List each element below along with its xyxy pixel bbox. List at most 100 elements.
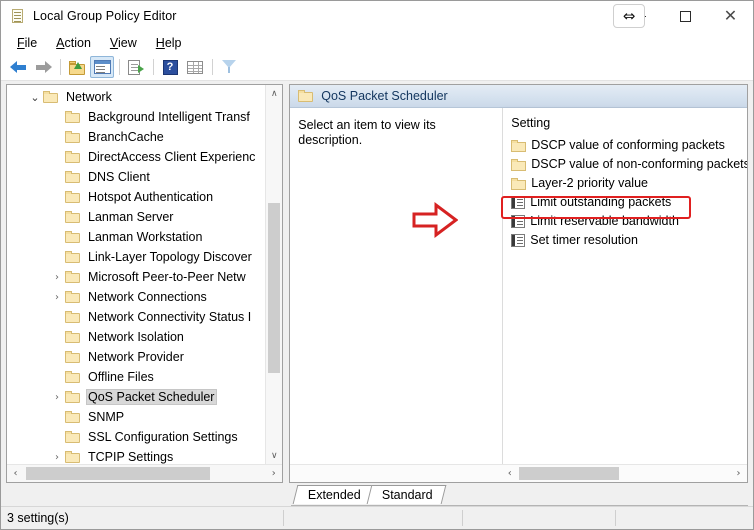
tree-item[interactable]: DNS Client xyxy=(7,167,265,187)
tree-item[interactable]: ⌄ Network xyxy=(7,87,265,107)
tree-item-label: DNS Client xyxy=(88,170,150,184)
setting-row[interactable]: Layer-2 priority value xyxy=(503,174,747,193)
tree-item[interactable]: SNMP xyxy=(7,407,265,427)
settings-list[interactable]: DSCP value of conforming packets DSCP val… xyxy=(503,136,747,250)
tree-item[interactable]: Hotspot Authentication xyxy=(7,187,265,207)
tree-scroll-thumb[interactable] xyxy=(268,203,281,373)
console-tree-pane: ⌄ Network Background Intelligent Transf Bra… xyxy=(6,84,284,483)
filter-button[interactable] xyxy=(217,56,241,78)
console-tree-list[interactable]: ⌄ Network Background Intelligent Transf Bra… xyxy=(7,85,265,464)
toolbar-separator-4 xyxy=(212,59,213,75)
tree-item-label: DirectAccess Client Experienc xyxy=(88,150,256,164)
tree-item[interactable]: Lanman Workstation xyxy=(7,227,265,247)
menu-file[interactable]: File xyxy=(9,34,48,52)
folder-icon xyxy=(65,331,80,343)
menu-bar: File Action View Help xyxy=(1,31,753,54)
toolbar-separator-3 xyxy=(153,59,154,75)
folder-icon xyxy=(43,91,58,103)
toolbar-separator-1 xyxy=(60,59,61,75)
tree-item-label: Hotspot Authentication xyxy=(88,190,214,204)
setting-column-header[interactable]: Setting xyxy=(503,116,747,136)
settings-scroll-left-button[interactable]: ‹ xyxy=(501,465,518,482)
back-button[interactable] xyxy=(6,56,30,78)
tree-item[interactable]: Background Intelligent Transf xyxy=(7,107,265,127)
policy-setting-icon xyxy=(511,215,526,228)
chevron-right-icon[interactable]: › xyxy=(49,272,65,283)
setting-row[interactable]: DSCP value of non-conforming packets xyxy=(503,155,747,174)
tree-item[interactable]: BranchCache xyxy=(7,127,265,147)
tree-item[interactable]: Network Isolation xyxy=(7,327,265,347)
tree-item-label: QoS Packet Scheduler xyxy=(86,389,218,405)
setting-row[interactable]: DSCP value of conforming packets xyxy=(503,136,747,155)
tree-item-label: Link-Layer Topology Discover xyxy=(88,250,252,264)
status-divider-2 xyxy=(462,510,463,526)
setting-row[interactable]: Limit reservable bandwidth xyxy=(503,212,747,231)
tree-scroll-up-button[interactable]: ∧ xyxy=(266,85,283,102)
tree-item[interactable]: Link-Layer Topology Discover xyxy=(7,247,265,267)
tree-item[interactable]: › QoS Packet Scheduler xyxy=(7,387,265,407)
tree-item[interactable]: DirectAccess Client Experienc xyxy=(7,147,265,167)
view-tabs: Extended Standard xyxy=(291,483,748,506)
up-one-level-button[interactable] xyxy=(65,56,89,78)
show-hide-console-tree-button[interactable] xyxy=(90,56,114,78)
tree-horizontal-scrollbar[interactable]: ‹ › xyxy=(7,464,283,482)
tree-item[interactable]: › TCPIP Settings xyxy=(7,447,265,464)
chevron-right-icon[interactable]: › xyxy=(49,392,65,403)
tree-scroll-down-button[interactable]: ∨ xyxy=(266,447,283,464)
menu-help[interactable]: Help xyxy=(148,34,193,52)
main-content-split: ⌄ Network Background Intelligent Transf Bra… xyxy=(1,81,753,483)
settings-pane-content: Select an item to view its description. … xyxy=(290,108,747,464)
tab-standard-label: Standard xyxy=(381,488,433,502)
setting-row[interactable]: Set timer resolution xyxy=(503,231,747,250)
tree-item[interactable]: SSL Configuration Settings xyxy=(7,427,265,447)
folder-icon xyxy=(65,231,80,243)
tree-item-label: SNMP xyxy=(88,410,125,424)
toolbar: ? xyxy=(1,54,753,81)
folder-icon xyxy=(65,111,80,123)
folder-icon xyxy=(65,291,80,303)
tree-scroll-right-button[interactable]: › xyxy=(265,465,282,482)
help-button[interactable]: ? xyxy=(158,56,182,78)
folder-icon xyxy=(65,311,80,323)
chevron-down-icon[interactable]: ⌄ xyxy=(27,91,43,104)
policy-setting-icon xyxy=(511,234,526,247)
settings-scroll-right-button[interactable]: › xyxy=(730,465,747,482)
tree-hscroll-thumb[interactable] xyxy=(26,467,211,480)
setting-row[interactable]: Limit outstanding packets xyxy=(503,193,747,212)
folder-icon xyxy=(65,131,80,143)
tree-item[interactable]: › Network Connections xyxy=(7,287,265,307)
filter-icon xyxy=(221,60,237,74)
description-pane: Select an item to view its description. xyxy=(290,108,503,464)
folder-icon xyxy=(65,251,80,263)
folder-icon xyxy=(65,351,80,363)
close-button[interactable]: ✕ xyxy=(708,1,753,31)
tree-item[interactable]: Network Provider xyxy=(7,347,265,367)
folder-icon xyxy=(65,411,80,423)
menu-action[interactable]: Action xyxy=(48,34,102,52)
tree-item[interactable]: Lanman Server xyxy=(7,207,265,227)
tree-item[interactable]: › Microsoft Peer-to-Peer Netw xyxy=(7,267,265,287)
tab-standard[interactable]: Standard xyxy=(366,485,447,504)
tree-item[interactable]: Offline Files xyxy=(7,367,265,387)
policy-editor-icon xyxy=(10,8,26,24)
view-button[interactable] xyxy=(183,56,207,78)
folder-icon xyxy=(65,451,80,463)
settings-hscroll-thumb[interactable] xyxy=(519,467,620,480)
tree-item[interactable]: Network Connectivity Status I xyxy=(7,307,265,327)
tree-vertical-scrollbar[interactable]: ∧ ∨ xyxy=(265,85,283,464)
settings-horizontal-scrollbar[interactable]: ‹ › xyxy=(290,464,747,482)
menu-view[interactable]: View xyxy=(102,34,148,52)
folder-icon xyxy=(65,271,80,283)
red-pointer-arrow xyxy=(412,202,459,238)
tab-extended[interactable]: Extended xyxy=(292,485,375,504)
status-bar: 3 setting(s) xyxy=(1,506,753,529)
tree-scroll-left-button[interactable]: ‹ xyxy=(7,465,24,482)
tree-item-label: Lanman Server xyxy=(88,210,174,224)
chevron-right-icon[interactable]: › xyxy=(49,292,65,303)
tree-item-label: Network Isolation xyxy=(88,330,184,344)
chevron-right-icon[interactable]: › xyxy=(49,452,65,463)
show-hide-console-tree-icon xyxy=(93,60,111,74)
export-list-button[interactable] xyxy=(124,56,148,78)
maximize-button[interactable] xyxy=(663,1,708,31)
forward-button[interactable] xyxy=(31,56,55,78)
